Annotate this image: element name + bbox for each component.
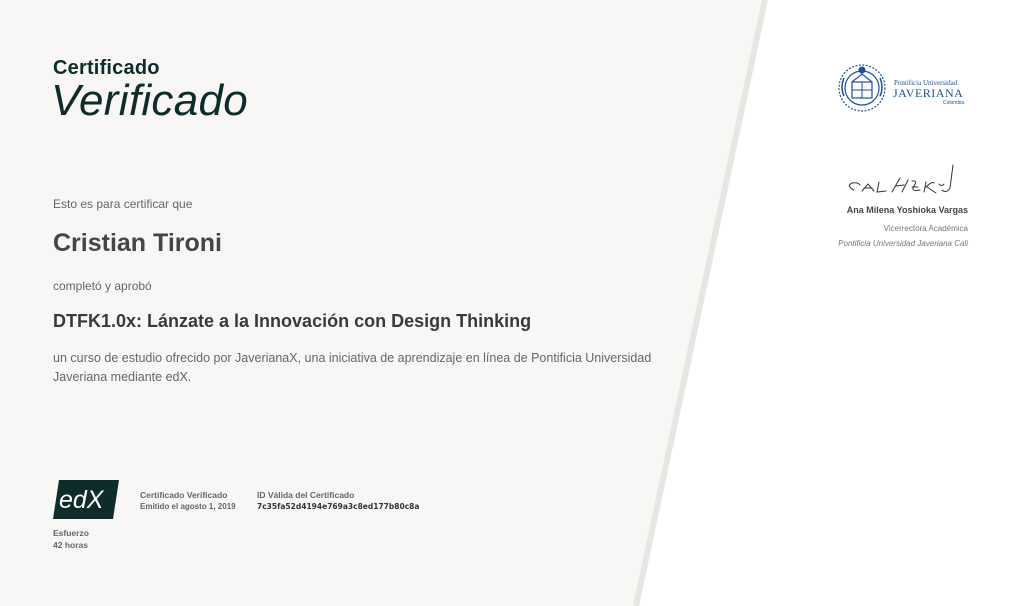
signature-image (848, 164, 954, 194)
course-title: DTFK1.0x: Lánzate a la Innovación con De… (53, 311, 532, 331)
signatory-organization: Pontificia Universidad Javeriana Cali (838, 239, 968, 248)
certificate-id-value[interactable]: 7c35fa52d4194e769a3c8ed177b80c8a (257, 502, 419, 511)
crest-icon (838, 64, 886, 112)
signatory-name: Ana Milena Yoshioka Vargas (846, 205, 968, 215)
effort-label: Esfuerzo (53, 528, 89, 538)
course-description: un curso de estudio ofrecido por Javeria… (53, 351, 652, 384)
university-logo-line2: JAVERIANA (893, 86, 963, 100)
learner-name: Cristian Tironi (53, 229, 223, 257)
university-logo-line3: Colombia (943, 100, 964, 106)
certificate-id-label: ID Válida del Certificado (257, 490, 355, 500)
certificate-type-label: Certificado Verificado (140, 490, 228, 500)
certificate-heading-large: Verificado (51, 76, 249, 125)
signatory-title: Vicerrectora Académica (883, 224, 968, 233)
issued-date: Emitido el agosto 1, 2019 (140, 502, 236, 511)
edx-logo: edX (53, 480, 119, 519)
effort-value: 42 horas (53, 540, 88, 550)
completed-text: completó y aprobó (53, 279, 152, 293)
university-logo: Pontificia Universidad JAVERIANA Colombi… (838, 64, 964, 112)
edx-logo-text: edX (59, 486, 105, 514)
certify-intro-text: Esto es para certificar que (53, 197, 193, 211)
